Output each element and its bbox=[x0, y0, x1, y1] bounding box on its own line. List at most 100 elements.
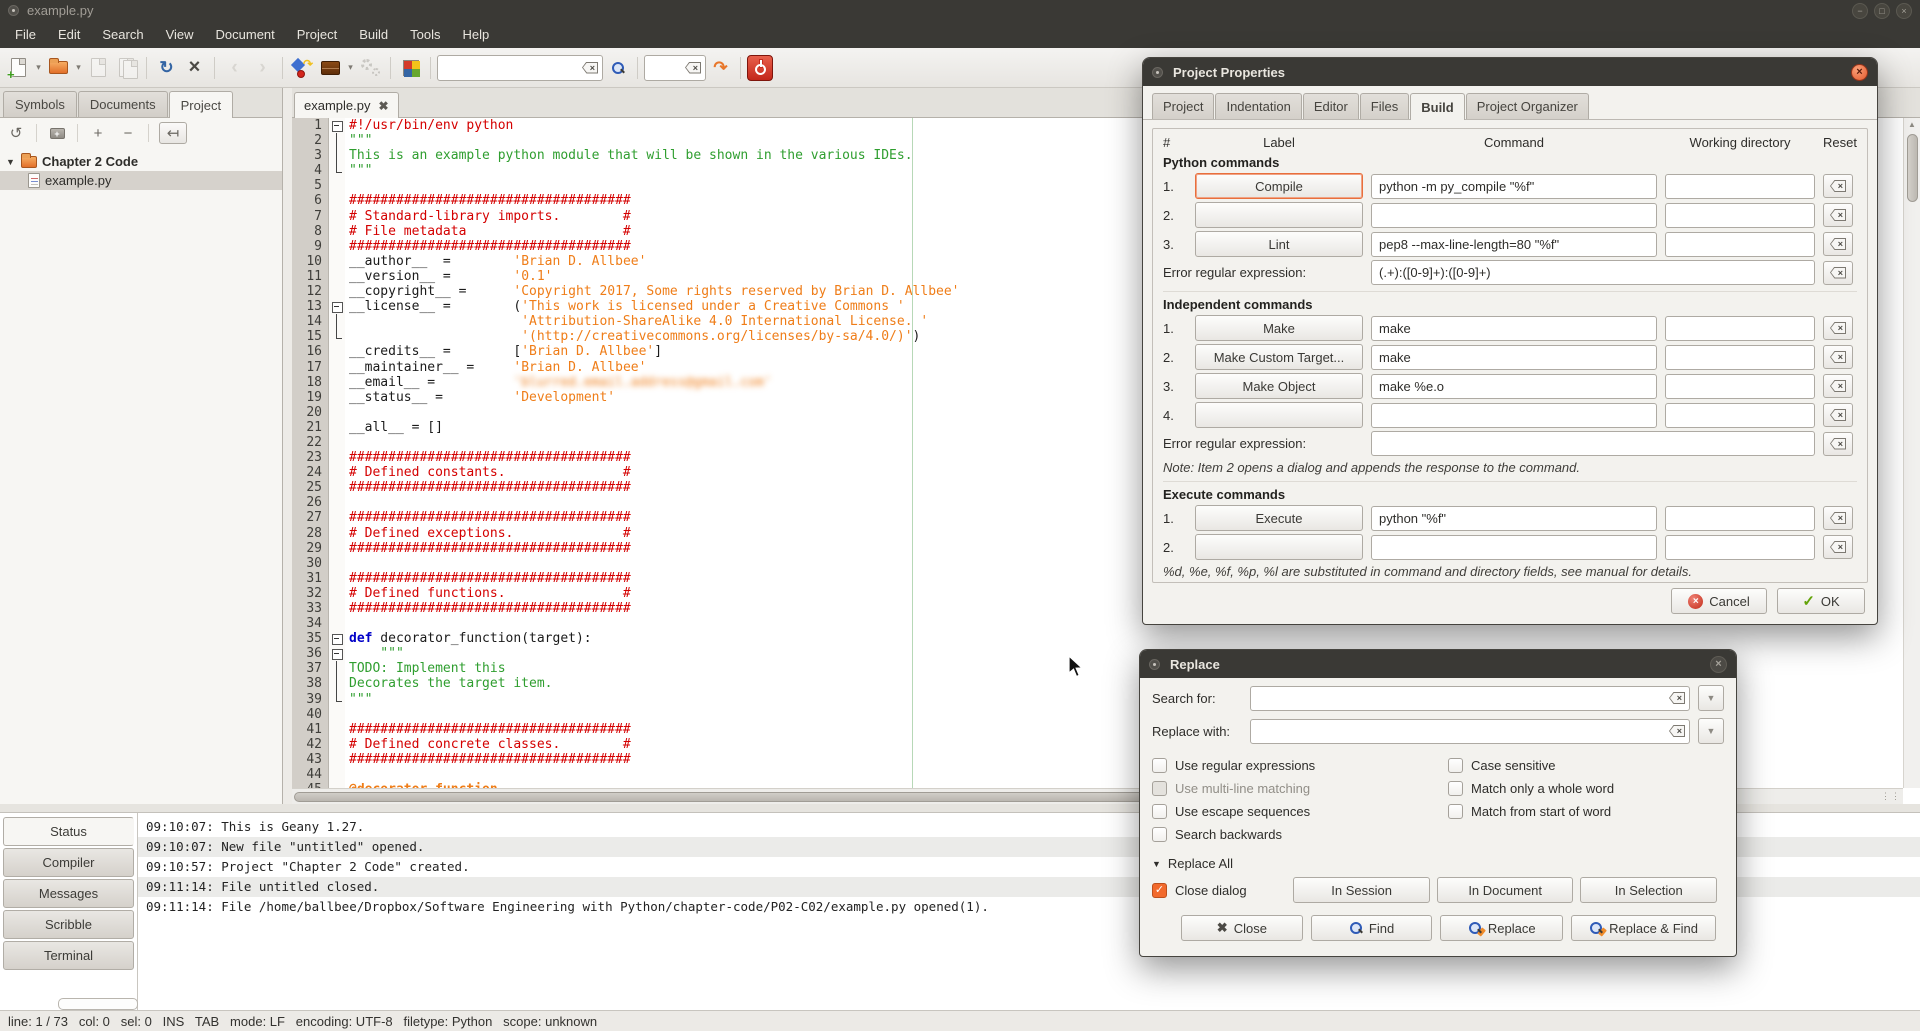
dialog-titlebar[interactable]: Project Properties × bbox=[1143, 58, 1877, 86]
clear-icon[interactable]: × bbox=[1830, 437, 1846, 450]
working-directory-input[interactable] bbox=[1665, 202, 1815, 228]
color-chooser-button[interactable] bbox=[397, 54, 424, 81]
checkbox-match-from-start-of-word[interactable]: Match from start of word bbox=[1448, 800, 1614, 823]
label-button[interactable]: Make bbox=[1195, 315, 1363, 341]
reset-button[interactable]: × bbox=[1823, 260, 1853, 285]
button-in-selection[interactable]: In Selection bbox=[1580, 877, 1718, 903]
new-file-button[interactable]: + bbox=[5, 54, 32, 81]
new-folder-icon[interactable]: + bbox=[47, 122, 67, 144]
working-directory-input[interactable] bbox=[1665, 373, 1815, 399]
panel-scrollbar[interactable] bbox=[58, 998, 138, 1010]
sidebar-tab-symbols[interactable]: Symbols bbox=[3, 91, 77, 117]
working-directory-input[interactable] bbox=[1665, 231, 1815, 257]
menu-project[interactable]: Project bbox=[286, 22, 348, 47]
fold-margin[interactable] bbox=[329, 118, 345, 134]
menu-file[interactable]: File bbox=[4, 22, 47, 47]
checkbox-use-regular-expressions[interactable]: Use regular expressions bbox=[1152, 754, 1448, 777]
label-button[interactable]: Execute bbox=[1195, 505, 1363, 531]
command-input[interactable]: make %e.o bbox=[1371, 373, 1657, 399]
working-directory-input[interactable] bbox=[1665, 534, 1815, 560]
fold-margin[interactable] bbox=[329, 646, 345, 662]
scrollbar-thumb[interactable] bbox=[294, 791, 1194, 802]
close-icon[interactable]: × bbox=[1896, 2, 1912, 19]
working-directory-input[interactable] bbox=[1665, 344, 1815, 370]
search-history-dropdown[interactable]: ▼ bbox=[1698, 685, 1724, 711]
checkbox-close-dialog[interactable]: ✓ Close dialog bbox=[1152, 879, 1293, 902]
reset-button[interactable]: × bbox=[1823, 403, 1853, 427]
checkbox-icon[interactable] bbox=[1152, 804, 1167, 819]
properties-tab-files[interactable]: Files bbox=[1359, 93, 1410, 119]
panel-tab-terminal[interactable]: Terminal bbox=[3, 941, 134, 970]
ok-button[interactable]: ✓ OK bbox=[1777, 588, 1865, 614]
checkbox-case-sensitive[interactable]: Case sensitive bbox=[1448, 754, 1614, 777]
error-regex-input[interactable] bbox=[1371, 431, 1815, 456]
nav-forward-button[interactable]: › bbox=[249, 54, 276, 81]
editor-tab[interactable]: example.py ✖ bbox=[294, 92, 399, 118]
sidebar-tab-project[interactable]: Project bbox=[168, 91, 234, 118]
sidebar-tab-documents[interactable]: Documents bbox=[77, 91, 168, 117]
revert-button[interactable]: ↻ bbox=[153, 54, 180, 81]
menu-build[interactable]: Build bbox=[348, 22, 399, 47]
label-button[interactable]: Make Custom Target... bbox=[1195, 344, 1363, 370]
tab-close-icon[interactable]: ✖ bbox=[378, 99, 388, 113]
refresh-icon[interactable]: ↺ bbox=[6, 122, 26, 144]
fold-margin[interactable] bbox=[329, 299, 345, 315]
command-input[interactable] bbox=[1371, 402, 1657, 428]
button-replace[interactable]: Replace bbox=[1440, 915, 1564, 941]
command-input[interactable]: pep8 --max-line-length=80 "%f" bbox=[1371, 231, 1657, 257]
clear-icon[interactable]: × bbox=[685, 61, 701, 74]
button-replace-find[interactable]: Replace & Find bbox=[1571, 915, 1717, 941]
command-input[interactable] bbox=[1371, 202, 1657, 228]
editor-vertical-scrollbar[interactable]: ▲ bbox=[1903, 118, 1920, 788]
clear-icon[interactable]: × bbox=[1830, 512, 1846, 524]
clear-icon[interactable]: × bbox=[1830, 180, 1846, 192]
minimize-icon[interactable]: − bbox=[1852, 2, 1868, 19]
build-button[interactable] bbox=[317, 54, 344, 81]
reset-button[interactable]: × bbox=[1823, 345, 1853, 369]
quit-button[interactable] bbox=[747, 54, 773, 81]
command-input[interactable]: make bbox=[1371, 344, 1657, 370]
panel-tab-compiler[interactable]: Compiler bbox=[3, 848, 134, 877]
replace-history-dropdown[interactable]: ▼ bbox=[1698, 718, 1724, 744]
properties-tab-project-organizer[interactable]: Project Organizer bbox=[1465, 93, 1589, 119]
menu-document[interactable]: Document bbox=[205, 22, 286, 47]
label-button[interactable]: Make Object bbox=[1195, 373, 1363, 399]
clear-icon[interactable]: × bbox=[1830, 409, 1846, 421]
properties-tab-indentation[interactable]: Indentation bbox=[1215, 93, 1302, 119]
label-button[interactable] bbox=[1195, 202, 1363, 228]
search-input[interactable]: × bbox=[437, 54, 603, 81]
goto-line-button[interactable]: ↷ bbox=[707, 54, 734, 81]
replace-with-input[interactable]: × bbox=[1250, 718, 1690, 744]
command-input[interactable]: python "%f" bbox=[1371, 505, 1657, 531]
properties-tab-build[interactable]: Build bbox=[1410, 93, 1465, 120]
command-input[interactable]: python -m py_compile "%f" bbox=[1371, 173, 1657, 199]
fold-margin[interactable] bbox=[329, 631, 345, 647]
open-file-dropdown[interactable]: ▾ bbox=[73, 62, 84, 73]
button-close[interactable]: ✖ Close bbox=[1181, 915, 1303, 941]
build-dropdown[interactable]: ▾ bbox=[345, 62, 356, 73]
reset-button[interactable]: × bbox=[1823, 174, 1853, 198]
checkbox-icon[interactable] bbox=[1448, 804, 1463, 819]
menu-search[interactable]: Search bbox=[91, 22, 154, 47]
checkbox-search-backwards[interactable]: Search backwards bbox=[1152, 823, 1448, 846]
clear-icon[interactable]: × bbox=[1830, 541, 1846, 553]
properties-tab-editor[interactable]: Editor bbox=[1302, 93, 1359, 119]
clear-icon[interactable]: × bbox=[1830, 209, 1846, 221]
cancel-button[interactable]: × Cancel bbox=[1671, 588, 1767, 614]
reset-button[interactable]: × bbox=[1823, 316, 1853, 340]
checkbox-icon[interactable] bbox=[1448, 758, 1463, 773]
collapse-all-icon[interactable]: − bbox=[118, 122, 138, 144]
command-input[interactable]: make bbox=[1371, 315, 1657, 341]
search-button[interactable] bbox=[604, 54, 631, 81]
checkbox-icon[interactable]: ✓ bbox=[1152, 882, 1167, 898]
button-in-session[interactable]: In Session bbox=[1293, 877, 1430, 903]
label-button[interactable] bbox=[1195, 402, 1363, 428]
clear-icon[interactable]: × bbox=[1830, 266, 1846, 279]
open-file-button[interactable] bbox=[45, 54, 72, 81]
reset-button[interactable]: × bbox=[1823, 203, 1853, 227]
scroll-up-icon[interactable]: ▲ bbox=[1908, 120, 1916, 132]
save-all-button[interactable] bbox=[113, 54, 140, 81]
working-directory-input[interactable] bbox=[1665, 315, 1815, 341]
clear-icon[interactable]: × bbox=[582, 61, 598, 74]
checkbox-match-only-a-whole-word[interactable]: Match only a whole word bbox=[1448, 777, 1614, 800]
